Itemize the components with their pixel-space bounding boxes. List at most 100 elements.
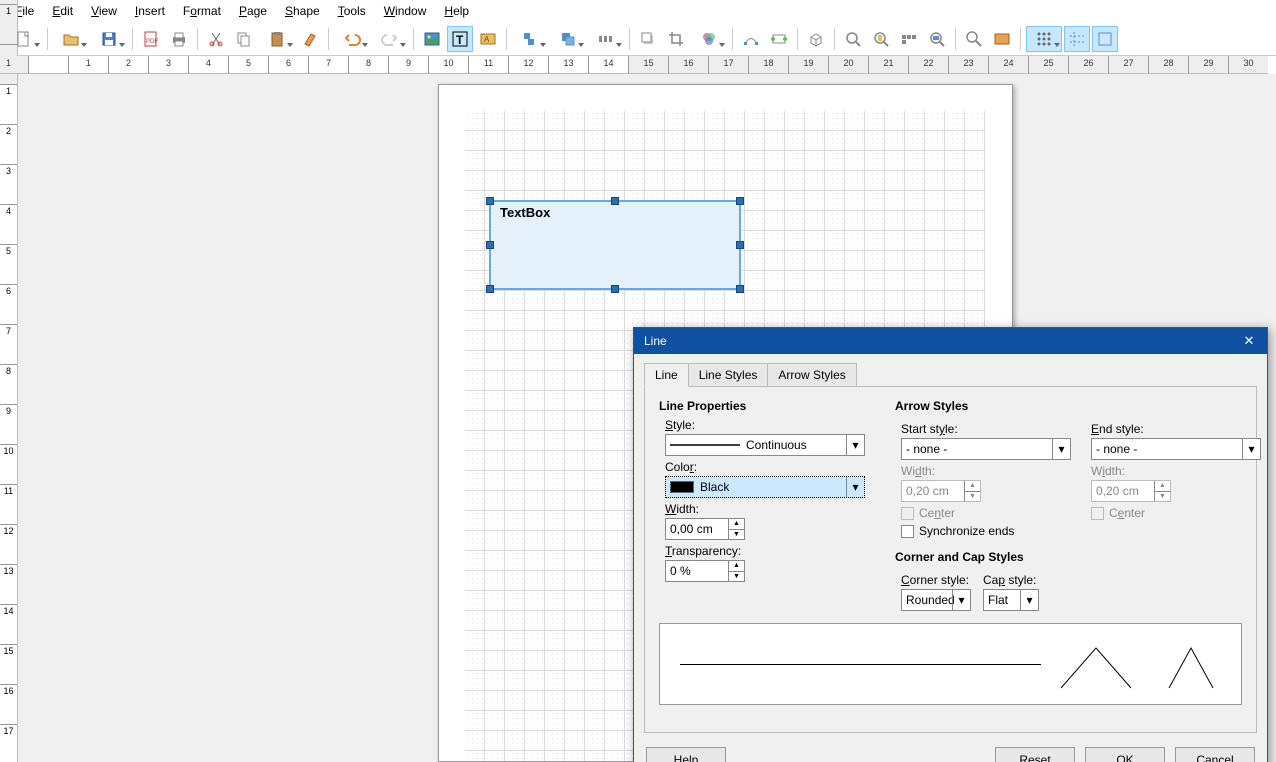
start-center-check[interactable]: Center (901, 506, 1071, 520)
color-swatch (670, 481, 694, 493)
toggle-extrusion-button[interactable] (803, 26, 829, 52)
clone-format-button[interactable] (297, 26, 323, 52)
handle-tl[interactable] (486, 197, 494, 205)
sync-label: Synchronize ends (919, 524, 1014, 538)
dialog-buttons: Help Reset OK Cancel (634, 741, 1267, 762)
handle-bl[interactable] (486, 285, 494, 293)
style-value: Continuous (746, 438, 807, 452)
arrange-button[interactable] (550, 26, 586, 52)
crop-button[interactable] (663, 26, 689, 52)
points-button[interactable] (738, 26, 764, 52)
start-value: - none - (906, 442, 947, 456)
menu-page[interactable]: Page (230, 2, 276, 20)
open-button[interactable] (53, 26, 89, 52)
label-start-width: Width: (901, 464, 1071, 478)
menu-tools[interactable]: Tools (329, 2, 375, 20)
section-arrow-styles: Arrow Styles (895, 399, 1261, 413)
zoom-tool-button[interactable] (961, 26, 987, 52)
menu-insert[interactable]: Insert (126, 2, 174, 20)
svg-text:PDF: PDF (146, 39, 158, 45)
cancel-button[interactable]: Cancel (1175, 747, 1255, 762)
insert-textbox-button[interactable]: T (447, 26, 473, 52)
zoom-fit-button[interactable] (840, 26, 866, 52)
dialog-tabs: Line Line Styles Arrow Styles (634, 360, 1267, 386)
label-start-style: Start style: (901, 422, 1071, 436)
color-select[interactable]: Black ▾ (665, 476, 865, 498)
ruler-horizontal[interactable]: 1514131211109876543211234567891011121314… (0, 56, 1268, 74)
synchronize-check[interactable]: Synchronize ends (901, 524, 1071, 538)
cut-button[interactable] (203, 26, 229, 52)
print-button[interactable] (166, 26, 192, 52)
end-center-check[interactable]: Center (1091, 506, 1261, 520)
export-pdf-button[interactable]: PDF (138, 26, 164, 52)
ruler-vertical[interactable]: 112345678910111213141516171819202122 (0, 0, 18, 762)
menu-help[interactable]: Help (435, 2, 478, 20)
copy-button[interactable] (231, 26, 257, 52)
start-width-value: 0,20 cm (906, 484, 949, 498)
helplines-button[interactable] (1064, 26, 1090, 52)
width-spin[interactable]: 0,00 cm ▲▼ (665, 518, 745, 540)
menu-view[interactable]: View (82, 2, 126, 20)
tab-line-styles[interactable]: Line Styles (688, 363, 769, 386)
gluepoints-button[interactable] (766, 26, 792, 52)
filter-button[interactable] (691, 26, 727, 52)
insert-image-button[interactable] (419, 26, 445, 52)
ok-button[interactable]: OK (1085, 747, 1165, 762)
tab-line[interactable]: Line (644, 363, 689, 387)
chevron-down-icon: ▾ (846, 477, 864, 497)
menu-format[interactable]: Format (174, 2, 230, 20)
end-style-select[interactable]: - none - ▾ (1091, 438, 1261, 460)
reset-button[interactable]: Reset (995, 747, 1075, 762)
dialog-title: Line (644, 334, 667, 348)
selected-textbox[interactable]: TextBox (489, 200, 741, 290)
cap-value: Flat (988, 593, 1008, 607)
style-select[interactable]: Continuous ▾ (665, 434, 865, 456)
gallery-button[interactable] (989, 26, 1015, 52)
handle-tm[interactable] (611, 197, 619, 205)
snap-button[interactable] (1092, 26, 1118, 52)
menu-edit[interactable]: Edit (43, 2, 82, 20)
tab-arrow-styles[interactable]: Arrow Styles (767, 363, 856, 386)
redo-button[interactable] (372, 26, 408, 52)
transparency-spin[interactable]: 0 % ▲▼ (665, 560, 745, 582)
label-cap-style: Cap style: (983, 573, 1039, 587)
zoom-obj-button[interactable] (924, 26, 950, 52)
zoom-100-button[interactable] (896, 26, 922, 52)
trans-value: 0 % (670, 564, 691, 578)
shadow-button[interactable] (635, 26, 661, 52)
handle-bm[interactable] (611, 285, 619, 293)
handle-br[interactable] (736, 285, 744, 293)
line-preview (659, 623, 1242, 705)
handle-mr[interactable] (736, 241, 744, 249)
insert-fontwork-button[interactable]: A (475, 26, 501, 52)
handle-tr[interactable] (736, 197, 744, 205)
label-color: Color: (665, 460, 865, 474)
save-button[interactable] (91, 26, 127, 52)
start-style-select[interactable]: - none - ▾ (901, 438, 1071, 460)
new-button[interactable] (6, 26, 42, 52)
display-grid-button[interactable] (1026, 26, 1062, 52)
paste-button[interactable] (259, 26, 295, 52)
canvas[interactable]: TextBox Line ✕ Line Line Styles Arrow St… (18, 74, 1276, 762)
handle-ml[interactable] (486, 241, 494, 249)
align-button[interactable] (512, 26, 548, 52)
dialog-titlebar[interactable]: Line ✕ (634, 328, 1267, 354)
corner-style-select[interactable]: Rounded ▾ (901, 589, 971, 611)
cap-style-select[interactable]: Flat ▾ (983, 589, 1039, 611)
end-width-spin[interactable]: 0,20 cm ▲▼ (1091, 480, 1171, 502)
distribute-button[interactable] (588, 26, 624, 52)
chevron-down-icon: ▾ (1242, 439, 1260, 459)
chevron-down-icon: ▾ (1052, 439, 1070, 459)
menu-shape[interactable]: Shape (276, 2, 329, 20)
zoom-page-button[interactable] (868, 26, 894, 52)
help-button[interactable]: Help (646, 747, 726, 762)
corner-value: Rounded (906, 593, 955, 607)
start-width-spin[interactable]: 0,20 cm ▲▼ (901, 480, 981, 502)
section-line-properties: Line Properties (659, 399, 865, 413)
toolbar: PDF T A (0, 22, 1276, 56)
menu-window[interactable]: Window (375, 2, 436, 20)
close-icon[interactable]: ✕ (1237, 331, 1261, 351)
width-value: 0,00 cm (670, 522, 713, 536)
undo-button[interactable] (334, 26, 370, 52)
color-value: Black (700, 480, 729, 494)
